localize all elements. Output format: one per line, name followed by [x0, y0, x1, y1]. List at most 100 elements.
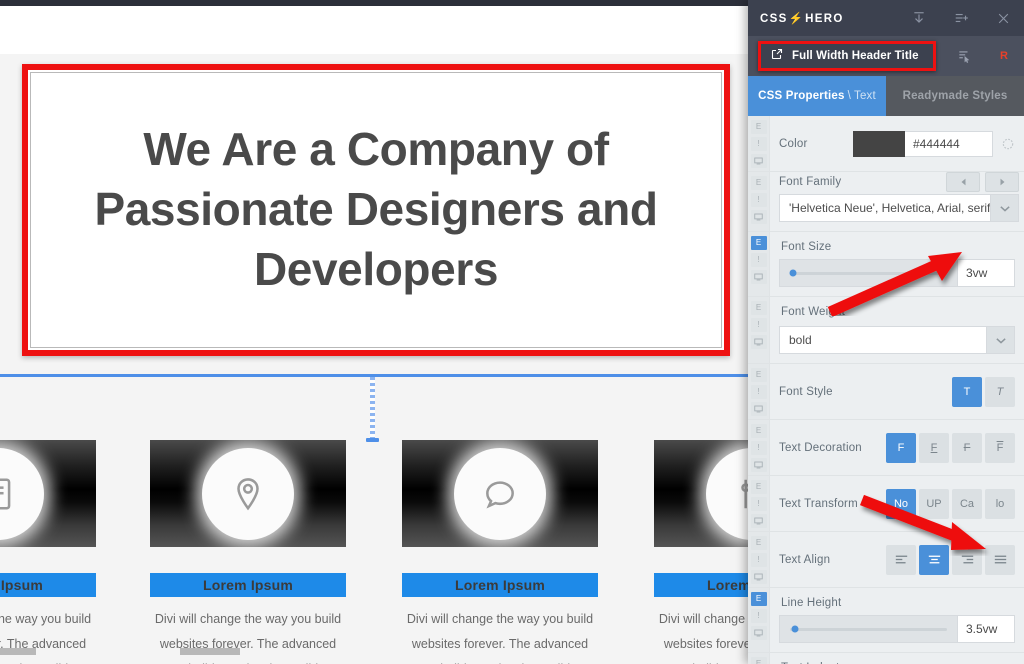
chevron-down-icon[interactable]: [990, 195, 1019, 221]
slider-knob[interactable]: [789, 269, 797, 277]
slider-knob[interactable]: [791, 625, 799, 633]
property-body: Color #444444: [770, 116, 1024, 171]
device-icon[interactable]: [750, 626, 767, 640]
font-style-italic-button[interactable]: T: [985, 376, 1015, 407]
font-size-value-input[interactable]: 3vw: [957, 259, 1015, 287]
device-icon[interactable]: [750, 514, 767, 528]
tab-css-properties[interactable]: CSS Properties \ Text: [748, 76, 886, 116]
important-flag-icon[interactable]: !: [750, 609, 767, 623]
font-size-control[interactable]: 3vw: [779, 259, 1015, 287]
device-icon[interactable]: [750, 154, 767, 168]
align-left-icon[interactable]: [886, 544, 916, 575]
edit-state-icon[interactable]: E: [750, 368, 767, 382]
font-size-slider[interactable]: [779, 259, 957, 287]
save-icon[interactable]: [898, 0, 940, 36]
tab-readymade-styles[interactable]: Readymade Styles: [886, 76, 1024, 116]
color-control[interactable]: #444444: [853, 130, 1015, 157]
text-decoration-none-button[interactable]: F: [886, 432, 916, 463]
blurb-body: Divi will change the way you build websi…: [406, 612, 594, 664]
text-decoration-overline-button[interactable]: F: [985, 432, 1015, 463]
blurb-card[interactable]: Lorem Ipsum Divi will change the way you…: [150, 440, 346, 664]
text-transform-capitalize-button[interactable]: Ca: [952, 488, 982, 519]
edit-state-icon[interactable]: E: [750, 480, 767, 494]
selection-chip-highlight[interactable]: Full Width Header Title: [758, 41, 936, 71]
subbar-icon-group: R: [944, 36, 1024, 76]
device-icon[interactable]: [750, 402, 767, 416]
property-label-text-decoration: Text Decoration: [779, 441, 862, 454]
pointer-select-icon[interactable]: [944, 36, 984, 76]
align-center-icon[interactable]: [919, 544, 949, 575]
brand-css: CSS: [760, 13, 788, 25]
property-body: Text Decoration F F F F: [770, 420, 1024, 475]
font-style-normal-button[interactable]: T: [952, 376, 982, 407]
device-icon[interactable]: [750, 335, 767, 349]
hero-title-container[interactable]: We Are a Company of Passionate Designers…: [30, 72, 722, 348]
add-list-icon[interactable]: [940, 0, 982, 36]
property-label-font-family: Font Family: [779, 176, 842, 188]
prev-font-button[interactable]: [946, 172, 981, 192]
property-row-font-size: E ! Font Size 3vw: [748, 232, 1024, 297]
color-picker-icon[interactable]: [1001, 137, 1015, 151]
text-decoration-underline-button[interactable]: F: [919, 432, 949, 463]
important-flag-icon[interactable]: !: [750, 553, 767, 567]
font-family-select[interactable]: 'Helvetica Neue', Helvetica, Arial, seri…: [779, 194, 1020, 222]
row-gutter: E !: [748, 116, 770, 171]
important-flag-icon[interactable]: !: [750, 385, 767, 399]
important-flag-icon[interactable]: !: [750, 441, 767, 455]
tab-separator: \: [847, 90, 852, 102]
text-decoration-line-through-button[interactable]: F: [952, 432, 982, 463]
important-flag-icon[interactable]: !: [750, 137, 767, 151]
important-flag-icon[interactable]: !: [750, 253, 767, 267]
text-transform-uppercase-button[interactable]: UP: [919, 488, 949, 519]
edit-state-icon[interactable]: E: [750, 424, 767, 438]
align-right-icon[interactable]: [952, 544, 982, 575]
brand-hero: HERO: [805, 13, 844, 25]
hero-title[interactable]: We Are a Company of Passionate Designers…: [56, 120, 696, 299]
row-gutter: E !: [748, 588, 770, 652]
property-row-text-align: E ! Text Align: [748, 532, 1024, 588]
device-icon[interactable]: [750, 210, 767, 224]
property-row-text-transform: E ! Text Transform No UP Ca lo: [748, 476, 1024, 532]
responsive-reset-icon[interactable]: R: [984, 36, 1024, 76]
line-height-value-input[interactable]: 3.5vw: [957, 615, 1015, 643]
text-transform-none-button[interactable]: No: [886, 488, 916, 519]
device-icon[interactable]: [750, 458, 767, 472]
panel-tabs: CSS Properties \ Text Readymade Styles: [748, 76, 1024, 116]
font-weight-select[interactable]: bold: [779, 326, 1015, 354]
line-height-slider[interactable]: [779, 615, 957, 643]
selected-element-label: Full Width Header Title: [792, 50, 919, 62]
blurb-title[interactable]: Lorem Ipsum: [0, 573, 96, 597]
close-icon[interactable]: [982, 0, 1024, 36]
properties-list[interactable]: E ! Color #444444 E ! Font Family 'Helve…: [748, 116, 1024, 664]
device-icon[interactable]: [750, 270, 767, 284]
bolt-icon: ⚡: [788, 13, 805, 25]
chevron-down-icon[interactable]: [986, 327, 1014, 353]
edit-state-icon[interactable]: E: [750, 657, 767, 664]
property-body: Font Size 3vw: [770, 232, 1024, 296]
next-font-button[interactable]: [985, 172, 1020, 192]
blurb-title[interactable]: Lorem Ipsum: [150, 573, 346, 597]
edit-state-icon[interactable]: E: [750, 176, 767, 190]
color-swatch[interactable]: [853, 130, 905, 157]
edit-state-icon[interactable]: E: [750, 536, 767, 550]
font-family-value: 'Helvetica Neue', Helvetica, Arial, seri…: [789, 201, 991, 215]
line-height-control[interactable]: 3.5vw: [779, 615, 1015, 643]
builder-tab-left: [0, 648, 36, 655]
titlebar-icon-group: [898, 0, 1024, 36]
color-hex-input[interactable]: #444444: [905, 130, 993, 157]
edit-state-icon[interactable]: E: [750, 301, 767, 315]
edit-state-icon[interactable]: E: [750, 120, 767, 134]
important-flag-icon[interactable]: !: [750, 193, 767, 207]
blurb-card[interactable]: Lorem Ipsum Divi will change the way you…: [0, 440, 96, 664]
device-icon[interactable]: [750, 570, 767, 584]
blurb-body: Divi will change the way you build websi…: [0, 612, 92, 664]
hero-title-highlight: We Are a Company of Passionate Designers…: [22, 64, 730, 356]
important-flag-icon[interactable]: !: [750, 318, 767, 332]
important-flag-icon[interactable]: !: [750, 497, 767, 511]
align-justify-icon[interactable]: [985, 544, 1015, 575]
blurb-title[interactable]: Lorem Ipsum: [402, 573, 598, 597]
edit-state-icon[interactable]: E: [750, 236, 767, 250]
edit-state-icon[interactable]: E: [750, 592, 767, 606]
text-transform-lowercase-button[interactable]: lo: [985, 488, 1015, 519]
blurb-card[interactable]: Lorem Ipsum Divi will change the way you…: [402, 440, 598, 664]
